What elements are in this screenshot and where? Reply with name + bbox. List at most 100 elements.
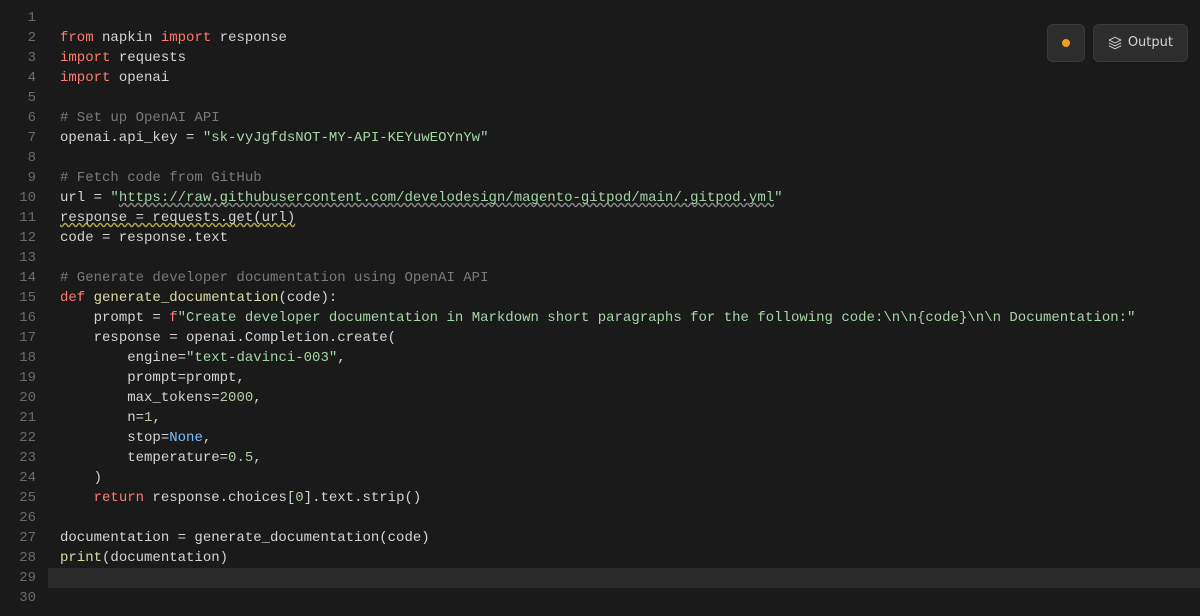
code-token: stop= [127, 430, 169, 446]
code-token [152, 30, 160, 46]
line-number: 26 [0, 508, 36, 528]
line-number: 12 [0, 228, 36, 248]
status-dot-icon [1062, 39, 1070, 47]
code-line[interactable]: documentation = generate_documentation(c… [48, 528, 1200, 548]
code-token: , [203, 430, 211, 446]
line-number: 23 [0, 448, 36, 468]
code-line[interactable]: def generate_documentation(code): [48, 288, 1200, 308]
code-line[interactable] [48, 8, 1200, 28]
code-line[interactable] [48, 508, 1200, 528]
code-line[interactable]: code = response.text [48, 228, 1200, 248]
code-line[interactable] [48, 148, 1200, 168]
code-line[interactable]: stop=None, [48, 428, 1200, 448]
line-number: 11 [0, 208, 36, 228]
line-number: 9 [0, 168, 36, 188]
code-token: # Generate developer documentation using… [60, 270, 488, 286]
code-line[interactable]: url = "https://raw.githubusercontent.com… [48, 188, 1200, 208]
code-line[interactable]: prompt=prompt, [48, 368, 1200, 388]
code-editor[interactable]: 1234567891011121314151617181920212223242… [0, 0, 1200, 616]
code-line[interactable]: import requests [48, 48, 1200, 68]
code-token: # Fetch code from GitHub [60, 170, 262, 186]
line-number: 16 [0, 308, 36, 328]
code-line[interactable] [48, 88, 1200, 108]
code-line[interactable]: from napkin import response [48, 28, 1200, 48]
line-number: 18 [0, 348, 36, 368]
line-number: 17 [0, 328, 36, 348]
code-token: None [169, 430, 203, 446]
code-token: response [220, 30, 287, 46]
code-area[interactable]: from napkin import responseimport reques… [48, 0, 1200, 616]
line-number: 14 [0, 268, 36, 288]
code-token: import [60, 50, 110, 66]
line-number: 28 [0, 548, 36, 568]
code-token: https://raw.githubusercontent.com/develo… [119, 190, 774, 206]
code-line[interactable]: return response.choices[0].text.strip() [48, 488, 1200, 508]
code-token: response = requests.get(url) [60, 210, 295, 226]
code-token [85, 290, 93, 306]
code-line[interactable]: # Set up OpenAI API [48, 108, 1200, 128]
line-number: 8 [0, 148, 36, 168]
code-token: , [337, 350, 345, 366]
line-number: 19 [0, 368, 36, 388]
code-token: 0 [295, 490, 303, 506]
code-line[interactable]: response = openai.Completion.create( [48, 328, 1200, 348]
code-line[interactable]: openai.api_key = "sk-vyJgfdsNOT-MY-API-K… [48, 128, 1200, 148]
code-token: " [110, 190, 118, 206]
code-line[interactable]: response = requests.get(url) [48, 208, 1200, 228]
code-line[interactable]: import openai [48, 68, 1200, 88]
code-token: ].text.strip() [304, 490, 422, 506]
code-token: f [169, 310, 177, 326]
code-line[interactable]: # Fetch code from GitHub [48, 168, 1200, 188]
line-number: 4 [0, 68, 36, 88]
code-token: "Create developer documentation in Markd… [178, 310, 917, 326]
code-token: napkin [102, 30, 152, 46]
code-token: import [161, 30, 211, 46]
code-token: ) [94, 470, 102, 486]
code-token: "sk-vyJgfdsNOT-MY-API-KEYuwEOYnYw" [203, 130, 489, 146]
code-token: max_tokens= [127, 390, 219, 406]
code-token: requests [119, 50, 186, 66]
line-number: 25 [0, 488, 36, 508]
layers-icon [1108, 36, 1122, 50]
line-number: 2 [0, 28, 36, 48]
line-number: 5 [0, 88, 36, 108]
code-token: print [60, 550, 102, 566]
line-number: 13 [0, 248, 36, 268]
line-number-gutter: 1234567891011121314151617181920212223242… [0, 0, 48, 616]
line-number: 21 [0, 408, 36, 428]
code-token: " [774, 190, 782, 206]
code-line[interactable]: n=1, [48, 408, 1200, 428]
code-token [110, 70, 118, 86]
line-number: 22 [0, 428, 36, 448]
code-line[interactable]: temperature=0.5, [48, 448, 1200, 468]
code-line[interactable]: max_tokens=2000, [48, 388, 1200, 408]
status-button[interactable] [1047, 24, 1085, 62]
line-number: 3 [0, 48, 36, 68]
output-button-label: Output [1128, 33, 1173, 53]
code-token: , [253, 390, 261, 406]
code-token: code = response.text [60, 230, 228, 246]
code-line[interactable]: # Generate developer documentation using… [48, 268, 1200, 288]
line-number: 24 [0, 468, 36, 488]
code-line[interactable]: ) [48, 468, 1200, 488]
code-token: prompt=prompt, [127, 370, 245, 386]
code-token: import [60, 70, 110, 86]
code-token: response.choices[ [144, 490, 295, 506]
line-number: 15 [0, 288, 36, 308]
code-token: (code): [278, 290, 337, 306]
output-button[interactable]: Output [1093, 24, 1188, 62]
line-number: 27 [0, 528, 36, 548]
code-line[interactable] [48, 568, 1200, 588]
code-line[interactable] [48, 588, 1200, 608]
code-line[interactable]: engine="text-davinci-003", [48, 348, 1200, 368]
code-token: , [152, 410, 160, 426]
code-line[interactable]: print(documentation) [48, 548, 1200, 568]
code-token [110, 50, 118, 66]
line-number: 1 [0, 8, 36, 28]
code-token: def [60, 290, 85, 306]
line-number: 30 [0, 588, 36, 608]
code-token: , [253, 450, 261, 466]
code-token: prompt = [94, 310, 170, 326]
code-line[interactable] [48, 248, 1200, 268]
code-line[interactable]: prompt = f"Create developer documentatio… [48, 308, 1200, 328]
